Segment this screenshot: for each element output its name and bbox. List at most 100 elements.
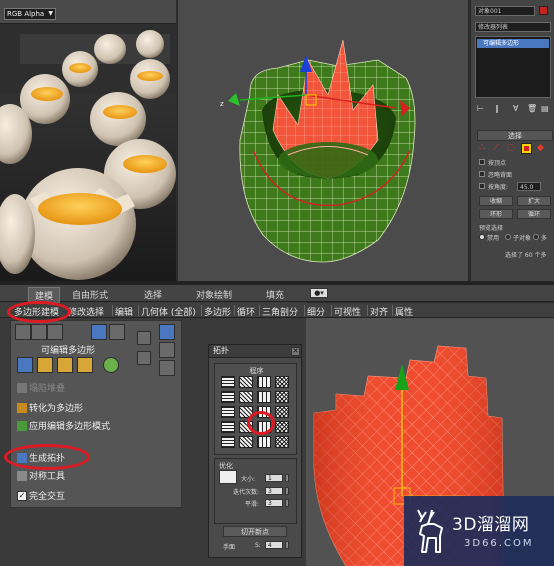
- menu-symmetry-tools[interactable]: 对称工具: [29, 469, 65, 482]
- topology-pattern-button[interactable]: [257, 376, 271, 388]
- edit-poly-icon[interactable]: [17, 357, 33, 373]
- topology-pattern-button[interactable]: [221, 406, 235, 418]
- edge-icon[interactable]: ⟋: [493, 143, 499, 153]
- size-spinner[interactable]: 1: [265, 474, 283, 482]
- modifier-stack-item[interactable]: 可编辑多边形: [477, 39, 549, 48]
- tab-object-paint[interactable]: 对象绘制: [196, 288, 232, 301]
- menu-convert-to-poly[interactable]: 转化为多边形: [29, 401, 83, 414]
- ribbon-options-button[interactable]: ●▾: [310, 288, 328, 298]
- border-icon[interactable]: ◌: [507, 143, 515, 153]
- channel-dropdown[interactable]: RGB Alpha ▼: [4, 8, 56, 20]
- topology-pattern-button[interactable]: [221, 376, 235, 388]
- configure-sets-icon[interactable]: ▤: [541, 104, 549, 113]
- topology-pattern-button[interactable]: [257, 436, 271, 448]
- make-unique-icon[interactable]: ∀: [513, 104, 518, 113]
- border-mode-icon[interactable]: [47, 324, 63, 340]
- full-interactivity-checkbox[interactable]: ✓: [17, 491, 27, 501]
- edit-border-icon[interactable]: [77, 357, 93, 373]
- color-wheel-icon[interactable]: [103, 357, 119, 373]
- polygon-mode-icon[interactable]: [91, 324, 107, 340]
- vertex-icon[interactable]: ∴: [479, 143, 485, 153]
- topology-pattern-button[interactable]: [275, 436, 289, 448]
- preview-subobject-radio[interactable]: [505, 234, 511, 240]
- subtab-loops[interactable]: 循环: [237, 305, 255, 318]
- subtab-geometry-all[interactable]: 几何体 (全部): [141, 305, 196, 318]
- sides-spinner[interactable]: 4: [265, 541, 283, 549]
- preview-disabled-radio[interactable]: [479, 234, 485, 240]
- loop-button[interactable]: 循环: [517, 209, 551, 219]
- viewport-perspective-top[interactable]: z: [178, 0, 468, 281]
- subobject-icons: ∴ ⟋ ◌ ◆: [477, 143, 553, 155]
- by-angle-checkbox[interactable]: [479, 183, 485, 189]
- sides-spinner-arrows[interactable]: [285, 541, 289, 549]
- grow-button[interactable]: 扩大: [517, 196, 551, 206]
- element-icon[interactable]: ◆: [537, 143, 544, 153]
- watermark: 3D溜溜网 3D66.COM: [404, 496, 554, 566]
- remove-modifier-icon[interactable]: 🗑: [527, 104, 537, 113]
- object-color-swatch[interactable]: [539, 6, 548, 15]
- tab-selection[interactable]: 选择: [144, 288, 162, 301]
- topology-pattern-button[interactable]: [275, 421, 289, 433]
- pin-panel-icon[interactable]: [159, 324, 175, 340]
- topology-pattern-button[interactable]: [257, 391, 271, 403]
- topology-dialog-title[interactable]: 拓扑: [209, 345, 301, 358]
- menu-collapse-stack[interactable]: 塌陷堆叠: [29, 381, 65, 394]
- apply-edit-poly-icon: [17, 421, 27, 431]
- weld-button[interactable]: 切开新点: [223, 526, 287, 537]
- topology-pattern-button[interactable]: [239, 391, 253, 403]
- topology-pattern-button[interactable]: [239, 436, 253, 448]
- subtab-divider: [112, 305, 113, 316]
- tab-freeform[interactable]: 自由形式: [72, 288, 108, 301]
- modifier-list-label: 修改器列表: [478, 24, 509, 31]
- size-spinner-arrows[interactable]: [285, 474, 289, 482]
- ignore-backfacing-checkbox[interactable]: [479, 171, 485, 177]
- menu-apply-edit-poly[interactable]: 应用编辑多边形模式: [29, 419, 110, 432]
- iterations-spinner[interactable]: 3: [265, 487, 283, 495]
- polygon-icon[interactable]: [521, 143, 532, 154]
- stack-up-icon[interactable]: [137, 331, 151, 345]
- topology-pattern-button[interactable]: [221, 436, 235, 448]
- topology-pattern-button[interactable]: [221, 391, 235, 403]
- collapse-icon[interactable]: [159, 342, 175, 358]
- stack-down-icon[interactable]: [137, 351, 151, 365]
- vertex-mode-icon[interactable]: [15, 324, 31, 340]
- edit-edge-icon[interactable]: [57, 357, 73, 373]
- iterations-spinner-arrows[interactable]: [285, 487, 289, 495]
- show-end-result-icon[interactable]: ∥: [495, 104, 499, 113]
- topology-pattern-button[interactable]: [275, 391, 289, 403]
- ring-button[interactable]: 环形: [479, 209, 513, 219]
- optimize-pattern-icon[interactable]: [219, 470, 237, 484]
- smooth-spinner-arrows[interactable]: [285, 499, 289, 507]
- edge-mode-icon[interactable]: [31, 324, 47, 340]
- angle-spinner[interactable]: 45.0: [517, 182, 541, 191]
- subtab-align[interactable]: 对齐: [370, 305, 388, 318]
- edit-vertex-icon[interactable]: [37, 357, 53, 373]
- modifier-list-dropdown[interactable]: 修改器列表: [475, 22, 551, 32]
- shrink-button[interactable]: 收缩: [479, 196, 513, 206]
- subtab-visibility[interactable]: 可视性: [334, 305, 361, 318]
- topology-pattern-button[interactable]: [275, 376, 289, 388]
- modifier-stack[interactable]: 可编辑多边形: [475, 36, 551, 98]
- pin-stack-icon[interactable]: ⊢: [477, 104, 484, 113]
- subtab-modify-selection[interactable]: 修改选择: [68, 305, 104, 318]
- by-vertex-checkbox[interactable]: [479, 159, 485, 165]
- subtab-edit[interactable]: 编辑: [115, 305, 133, 318]
- procedure-group: 程序: [214, 363, 297, 455]
- topology-pattern-button[interactable]: [239, 376, 253, 388]
- selection-rollout-title[interactable]: 选择: [477, 130, 553, 141]
- subtab-subdivision[interactable]: 细分: [307, 305, 325, 318]
- close-icon[interactable]: ✕: [291, 347, 300, 356]
- subtab-polygons[interactable]: 多边形: [204, 305, 231, 318]
- tab-populate[interactable]: 填充: [266, 288, 284, 301]
- topology-pattern-button[interactable]: [275, 406, 289, 418]
- topology-pattern-button[interactable]: [221, 421, 235, 433]
- subtab-properties[interactable]: 属性: [395, 305, 413, 318]
- object-name-field[interactable]: 对象001: [475, 6, 535, 16]
- element-mode-icon[interactable]: [109, 324, 125, 340]
- smooth-spinner[interactable]: 3: [265, 499, 283, 507]
- modify-mode-icon[interactable]: [159, 360, 175, 376]
- subtab-tris[interactable]: 三角剖分: [262, 305, 298, 318]
- preview-multi-radio[interactable]: [533, 234, 539, 240]
- menu-full-interactivity[interactable]: 完全交互: [29, 489, 65, 502]
- polygon-modeling-panel: 可编辑多边形 塌陷堆叠 转化为多边形 应用编辑多边形模式 生成拓扑 对称工具 ✓…: [10, 320, 182, 508]
